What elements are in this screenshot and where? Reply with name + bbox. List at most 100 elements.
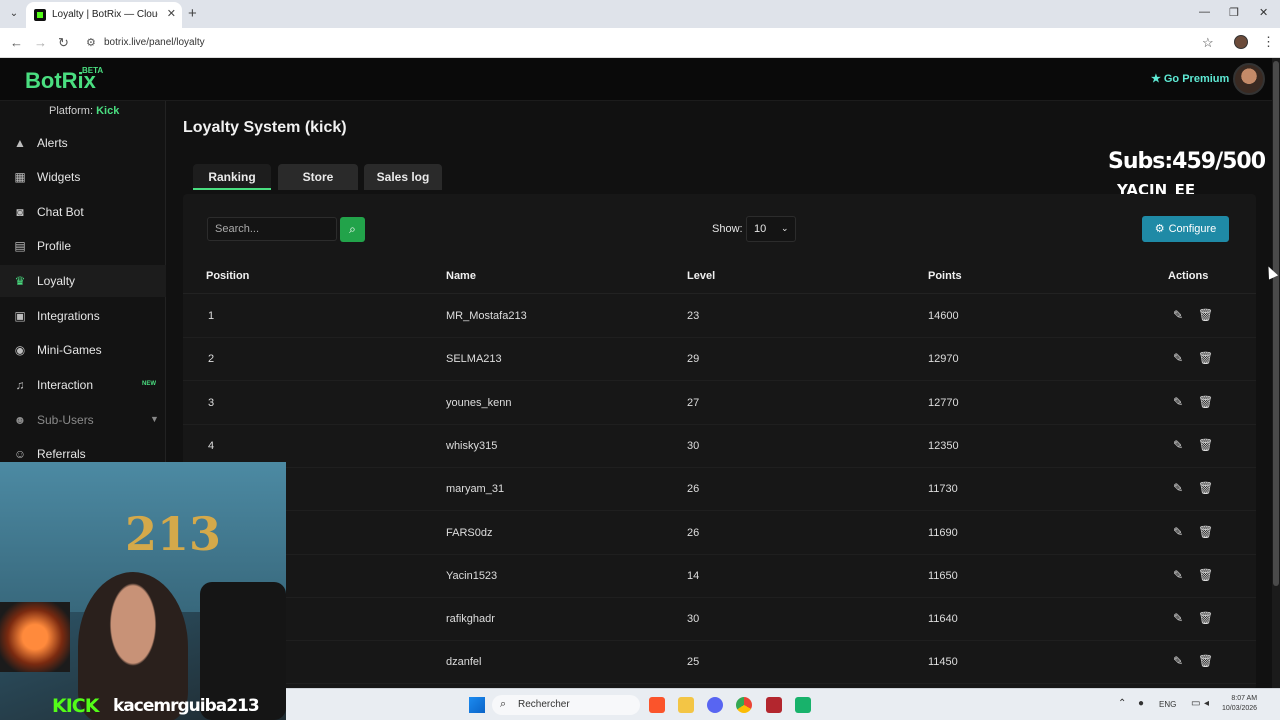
trash-icon[interactable]: 🗑 bbox=[1198, 654, 1213, 668]
configure-button[interactable]: ⚙ Configure bbox=[1142, 216, 1229, 242]
sidebar-item-interaction[interactable]: ♫ Interaction NEW bbox=[0, 369, 166, 401]
column-header-level[interactable]: Level bbox=[687, 270, 715, 282]
go-premium-button[interactable]: ★ Go Premium bbox=[1151, 72, 1229, 85]
id-card-icon: ▤ bbox=[14, 239, 26, 253]
sidebar-item-sub-users[interactable]: ☻ Sub-Users ▼ bbox=[0, 404, 166, 436]
edit-icon[interactable]: ✎ bbox=[1173, 438, 1183, 452]
chevron-down-icon[interactable]: ▼ bbox=[150, 414, 159, 424]
window-close-icon[interactable]: ✕ bbox=[1259, 6, 1268, 19]
streaming-app-icon[interactable] bbox=[795, 697, 811, 713]
sidebar-item-profile[interactable]: ▤ Profile bbox=[0, 230, 166, 262]
site-settings-icon[interactable]: ⚙ bbox=[86, 36, 96, 49]
sidebar-item-label: Mini-Games bbox=[37, 343, 102, 357]
row-name: SELMA213 bbox=[446, 353, 502, 366]
file-explorer-icon[interactable] bbox=[678, 697, 694, 713]
back-icon[interactable]: ← bbox=[10, 35, 23, 50]
browser-profile-avatar[interactable] bbox=[1234, 35, 1248, 49]
platform-label: Platform: bbox=[49, 105, 94, 117]
windows-start-icon[interactable] bbox=[469, 697, 485, 713]
sidebar-item-label: Referrals bbox=[37, 447, 86, 461]
network-icon[interactable]: ▭ bbox=[1191, 698, 1200, 709]
user-avatar[interactable] bbox=[1233, 63, 1265, 95]
trash-icon[interactable]: 🗑 bbox=[1198, 481, 1213, 495]
sidebar-item-label: Chat Bot bbox=[37, 205, 84, 219]
row-position: 4 bbox=[208, 439, 215, 452]
trash-icon[interactable]: 🗑 bbox=[1198, 438, 1213, 452]
edit-icon[interactable]: ✎ bbox=[1173, 611, 1183, 625]
edit-icon[interactable]: ✎ bbox=[1173, 481, 1183, 495]
show-count-select[interactable]: 10 ⌄ bbox=[746, 216, 796, 242]
bookmark-star-icon[interactable]: ☆ bbox=[1202, 35, 1214, 51]
microphone-icon[interactable]: ● bbox=[1138, 698, 1144, 709]
platform-indicator: Platform: Kick bbox=[49, 105, 119, 117]
edit-icon[interactable]: ✎ bbox=[1173, 654, 1183, 668]
column-header-position[interactable]: Position bbox=[206, 270, 249, 282]
language-indicator[interactable]: ENG bbox=[1159, 700, 1176, 709]
search-button[interactable]: ⌕ bbox=[340, 217, 365, 242]
tray-chevron-icon[interactable]: ⌃ bbox=[1118, 698, 1126, 709]
tab-sales-log[interactable]: Sales log bbox=[364, 164, 442, 190]
tab-close-icon[interactable]: ✕ bbox=[167, 7, 176, 20]
sidebar-item-loyalty[interactable]: ♛ Loyalty bbox=[0, 265, 166, 297]
kick-logo: KICK bbox=[52, 695, 99, 717]
referral-icon: ☺ bbox=[13, 447, 27, 461]
column-header-name[interactable]: Name bbox=[446, 270, 476, 282]
adobe-icon[interactable] bbox=[766, 697, 782, 713]
trash-icon[interactable]: 🗑 bbox=[1198, 525, 1213, 539]
browser-menu-icon[interactable]: ⋮ bbox=[1262, 34, 1275, 50]
beta-badge: BETA bbox=[82, 66, 104, 75]
sidebar-item-widgets[interactable]: ▦ Widgets bbox=[0, 161, 166, 193]
taskbar-clock[interactable]: 8:07 AM 10/03/2026 bbox=[1222, 694, 1257, 714]
trash-icon[interactable]: 🗑 bbox=[1198, 395, 1213, 409]
table-row: 1 MR_Mostafa213 23 14600 ✎ 🗑 bbox=[183, 295, 1256, 338]
edit-icon[interactable]: ✎ bbox=[1173, 568, 1183, 582]
row-position: 1 bbox=[208, 310, 215, 322]
reload-icon[interactable]: ↻ bbox=[58, 35, 69, 51]
volume-icon[interactable]: ◂ bbox=[1204, 698, 1209, 709]
sidebar-item-label: Profile bbox=[37, 239, 72, 253]
restore-icon[interactable]: ❐ bbox=[1229, 6, 1239, 19]
search-input[interactable] bbox=[207, 217, 337, 241]
trash-icon[interactable]: 🗑 bbox=[1198, 568, 1213, 582]
trash-icon[interactable]: 🗑 bbox=[1198, 351, 1213, 365]
trash-icon[interactable]: 🗑 bbox=[1198, 611, 1213, 625]
grid-icon: ▦ bbox=[14, 170, 26, 184]
edit-icon[interactable]: ✎ bbox=[1173, 308, 1183, 322]
sidebar-item-mini-games[interactable]: ◉ Mini-Games bbox=[0, 334, 166, 366]
row-name: Yacin1523 bbox=[446, 569, 498, 582]
edit-icon[interactable]: ✎ bbox=[1173, 351, 1183, 365]
sidebar-item-chat-bot[interactable]: ◙ Chat Bot bbox=[0, 196, 166, 228]
row-name: maryam_31 bbox=[446, 483, 505, 496]
address-bar[interactable]: ⚙ botrix.live/panel/loyalty bbox=[80, 32, 1225, 54]
table-row: 4 whisky315 30 12350 ✎ 🗑 bbox=[183, 425, 1256, 468]
taskbar-search[interactable]: ⌕ Rechercher bbox=[492, 695, 640, 715]
show-count-value: 10 bbox=[754, 223, 767, 235]
chevron-down-icon: ⌄ bbox=[781, 223, 789, 233]
brave-browser-icon[interactable] bbox=[649, 697, 665, 713]
trash-icon[interactable]: 🗑 bbox=[1198, 308, 1213, 322]
table-row: Yacin1523 14 11650 ✎ 🗑 bbox=[183, 555, 1256, 598]
tab-ranking[interactable]: Ranking bbox=[193, 164, 271, 190]
sidebar-item-integrations[interactable]: ▣ Integrations bbox=[0, 300, 166, 332]
browser-tab[interactable]: Loyalty | BotRix — Cloud Stream ✕ bbox=[26, 2, 182, 28]
edit-icon[interactable]: ✎ bbox=[1173, 395, 1183, 409]
sidebar-item-label: Alerts bbox=[37, 136, 68, 150]
row-name: MR_Mostafa213 bbox=[446, 310, 527, 322]
sidebar-item-alerts[interactable]: ▲ Alerts bbox=[0, 127, 166, 159]
tab-search-icon[interactable]: ⌄ bbox=[6, 6, 22, 22]
edit-icon[interactable]: ✎ bbox=[1173, 525, 1183, 539]
page-scrollbar[interactable] bbox=[1272, 58, 1280, 720]
chrome-icon[interactable] bbox=[736, 697, 752, 713]
forward-icon[interactable]: → bbox=[34, 35, 47, 50]
browser-tab-title: Loyalty | BotRix — Cloud Stream bbox=[52, 9, 158, 20]
balloon-number: 213 bbox=[125, 507, 222, 561]
minimize-icon[interactable]: — bbox=[1199, 6, 1210, 18]
sidebar-item-label: Loyalty bbox=[37, 274, 76, 288]
scrollbar-thumb[interactable] bbox=[1273, 61, 1279, 586]
discord-icon[interactable] bbox=[707, 697, 723, 713]
tab-store[interactable]: Store bbox=[278, 164, 358, 190]
clock-date: 10/03/2026 bbox=[1222, 705, 1258, 712]
column-header-points[interactable]: Points bbox=[928, 270, 962, 282]
new-tab-button[interactable]: + bbox=[188, 5, 197, 22]
app-header: BotRix BETA ★ Go Premium bbox=[0, 58, 1272, 101]
